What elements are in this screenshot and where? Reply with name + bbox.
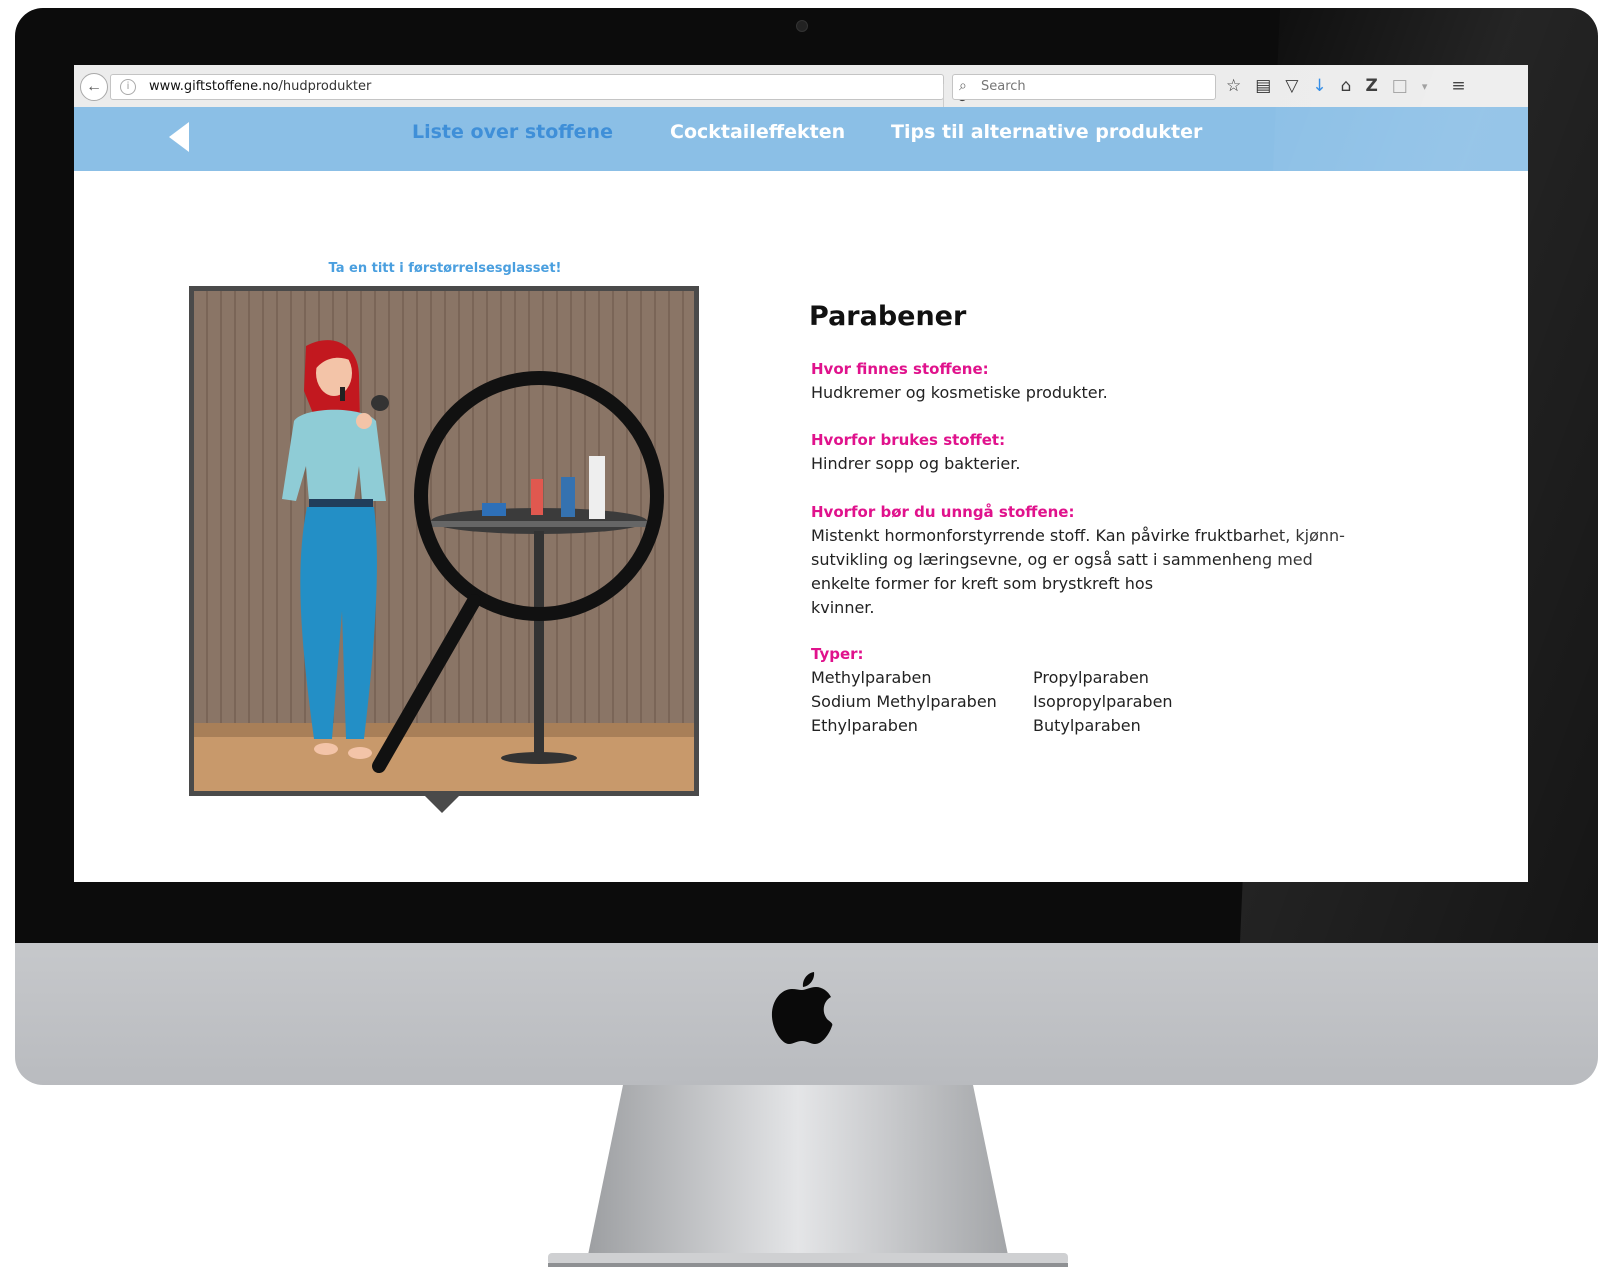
why-avoid-label: Hvorfor bør du unngå stoffene: — [811, 503, 1075, 521]
nav-item-tips[interactable]: Tips til alternative produkter — [891, 121, 1202, 143]
search-bar[interactable]: ⌕ — [952, 74, 1216, 100]
download-icon[interactable]: ↓ — [1312, 76, 1326, 96]
types-column-2: Propylparaben Isopropylparaben Butylpara… — [1033, 666, 1173, 738]
type-item: Ethylparaben — [811, 716, 918, 735]
monitor-stand — [548, 1085, 1068, 1267]
why-used-label: Hvorfor brukes stoffet: — [811, 431, 1006, 449]
types-label: Typer: — [811, 645, 864, 663]
chevron-down-icon[interactable]: ▾ — [1422, 80, 1428, 93]
why-avoid-text: Mistenkt hormonforstyrrende stoff. Kan p… — [811, 524, 1345, 620]
url-text: www.giftstoffene.no/hudprodukter — [149, 79, 372, 94]
site-nav: Liste over stoffene Cocktaileffekten Tip… — [74, 107, 1528, 171]
menu-icon[interactable]: ≡ — [1451, 76, 1465, 96]
why-avoid-line: Mistenkt hormonforstyrrende stoff. Kan p… — [811, 526, 1345, 545]
type-item: Methylparaben — [811, 668, 932, 687]
why-avoid-line: kvinner. — [811, 598, 875, 617]
back-triangle-icon[interactable] — [169, 122, 189, 152]
search-input[interactable] — [979, 78, 1203, 95]
back-arrow-icon[interactable]: ← — [80, 73, 108, 101]
why-used-text: Hindrer sopp og bakterier. — [811, 454, 1021, 473]
pocket-icon[interactable]: ▽ — [1285, 76, 1298, 96]
why-avoid-line: sutvikling og læringsevne, og er også sa… — [811, 550, 1313, 569]
type-item: Butylparaben — [1033, 716, 1141, 735]
bookmark-star-icon[interactable]: ☆ — [1226, 76, 1241, 96]
zotero-icon[interactable]: Z — [1365, 76, 1377, 96]
info-icon[interactable]: i — [120, 79, 136, 95]
type-item: Sodium Methylparaben — [811, 692, 997, 711]
illustration-caption: Ta en titt i førstørrelsesglasset! — [328, 261, 562, 276]
nav-item-liste[interactable]: Liste over stoffene — [412, 121, 613, 143]
where-label: Hvor finnes stoffene: — [811, 360, 989, 378]
apple-logo-icon — [771, 972, 833, 1044]
why-avoid-line: enkelte former for kreft som brystkreft … — [811, 574, 1154, 593]
type-item: Isopropylparaben — [1033, 692, 1173, 711]
webcam — [796, 20, 808, 32]
page-icon[interactable]: □ — [1392, 76, 1408, 96]
illustration-pointer — [425, 796, 459, 813]
toolbar-icons: ☆ ▤ ▽ ↓ ⌂ Z □ ▾ ≡ — [1226, 73, 1466, 99]
where-text: Hudkremer og kosmetiske produkter. — [811, 383, 1108, 402]
browser-toolbar: www.giftstoffene.no/hudprodukter ↻ ← i ⌕… — [74, 65, 1528, 110]
home-icon[interactable]: ⌂ — [1341, 76, 1352, 96]
article-title: Parabener — [809, 301, 967, 332]
screen: www.giftstoffene.no/hudprodukter ↻ ← i ⌕… — [74, 65, 1528, 882]
reading-list-icon[interactable]: ▤ — [1255, 76, 1271, 96]
type-item: Propylparaben — [1033, 668, 1149, 687]
illustration-scene — [194, 291, 694, 791]
nav-item-cocktaileffekten[interactable]: Cocktaileffekten — [670, 121, 845, 143]
illustration-frame[interactable] — [189, 286, 699, 796]
search-icon: ⌕ — [959, 78, 967, 94]
url-bar[interactable]: www.giftstoffene.no/hudprodukter ↻ — [110, 74, 968, 110]
types-column-1: Methylparaben Sodium Methylparaben Ethyl… — [811, 666, 997, 738]
